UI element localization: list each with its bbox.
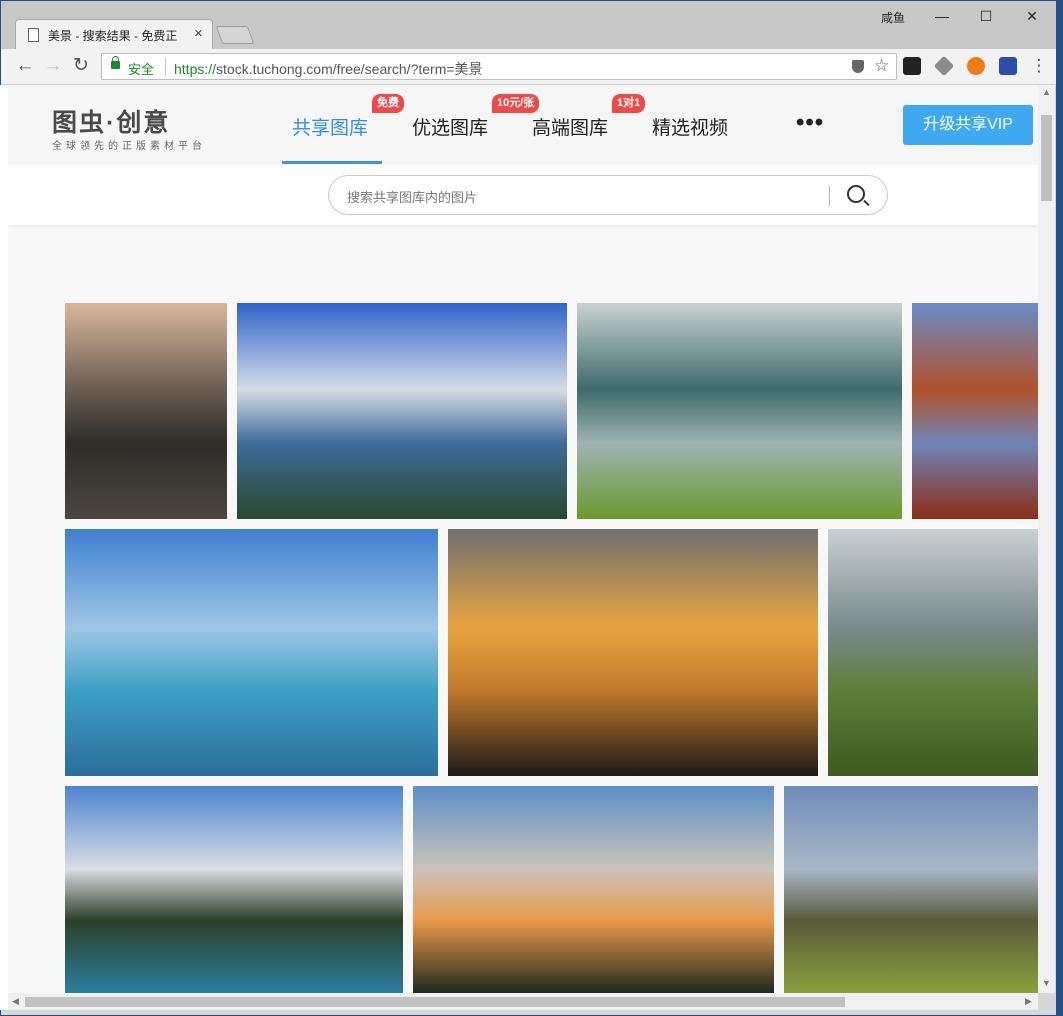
profile-name[interactable]: 咸鱼 — [881, 9, 905, 26]
site-header: 图虫·创意 全球领先的正版素材平台 共享图库 免费 优选图库 10元/张 高端图… — [8, 85, 1038, 165]
extension-icon-4[interactable] — [999, 57, 1017, 75]
nav-shared-gallery[interactable]: 共享图库 — [292, 113, 368, 140]
horizontal-scroll-thumb[interactable] — [25, 997, 845, 1007]
omnibox-divider — [165, 58, 166, 76]
vertical-scrollbar[interactable]: ▲ ▼ — [1038, 85, 1055, 993]
shield-icon[interactable] — [852, 60, 864, 73]
reload-button[interactable]: ↻ — [69, 54, 93, 78]
minimize-button[interactable]: — — [919, 5, 965, 31]
scroll-left-arrow-icon[interactable]: ◀ — [12, 996, 19, 1007]
upgrade-vip-button[interactable]: 升级共享VIP — [903, 105, 1033, 145]
nav-videos[interactable]: 精选视频 — [652, 113, 728, 140]
result-image-pier-blue-sea[interactable] — [65, 529, 438, 776]
result-image-alpine-lake-forest[interactable] — [65, 786, 403, 993]
secure-label: 安全 — [128, 62, 155, 77]
search-divider — [829, 186, 830, 206]
page-icon — [28, 28, 39, 42]
badge-price: 10元/张 — [492, 94, 540, 113]
back-button[interactable]: ← — [13, 54, 37, 78]
bookmark-star-icon[interactable]: ☆ — [874, 56, 889, 76]
result-image-sunset-silhouette-trees[interactable] — [448, 529, 818, 776]
result-image-lake-shore-grass[interactable] — [577, 303, 902, 519]
lock-icon — [111, 56, 120, 69]
logo-mark: 图虫·创意 — [52, 109, 171, 137]
maximize-button[interactable]: ☐ — [963, 5, 1009, 31]
result-image-autumn-tree-reflection[interactable] — [912, 303, 1038, 519]
result-image-pagoda-sunset[interactable] — [413, 786, 774, 993]
badge-free: 免费 — [372, 94, 404, 113]
url-path: stock.tuchong.com/free/search/?term=美景 — [216, 61, 483, 77]
horizontal-scrollbar[interactable]: ◀ ▶ — [8, 993, 1038, 1010]
badge-one-on-one: 1对1 — [612, 94, 646, 113]
url-text[interactable]: https://stock.tuchong.com/free/search/?t… — [174, 59, 483, 79]
web-page: 图虫·创意 全球领先的正版素材平台 共享图库 免费 优选图库 10元/张 高端图… — [8, 85, 1038, 993]
search-band: 搜索共享图库内的图片 — [8, 165, 1038, 225]
scroll-up-arrow-icon[interactable]: ▲ — [1042, 87, 1051, 97]
more-menu-icon[interactable]: ••• — [796, 109, 824, 137]
tab-active[interactable]: 美景 - 搜索结果 - 免费正 × — [15, 19, 213, 49]
search-input[interactable]: 搜索共享图库内的图片 — [347, 187, 477, 206]
tab-strip: 美景 - 搜索结果 - 免费正 × 咸鱼 — ☐ ✕ — [1, 1, 1056, 49]
desktop-background-strip — [0, 85, 8, 1010]
result-image-mountain-clouds[interactable] — [237, 303, 567, 519]
browser-toolbar: ← → ↻ 安全 https://stock.tuchong.com/free/… — [1, 49, 1056, 85]
scroll-right-arrow-icon[interactable]: ▶ — [1025, 996, 1032, 1007]
close-window-button[interactable]: ✕ — [1009, 5, 1055, 31]
browser-window: 美景 - 搜索结果 - 免费正 × 咸鱼 — ☐ ✕ ← → ↻ 安全 http… — [0, 0, 1063, 1016]
scroll-down-arrow-icon[interactable]: ▼ — [1042, 978, 1051, 988]
nav-premium-gallery[interactable]: 高端图库 — [532, 113, 608, 140]
tab-title: 美景 - 搜索结果 - 免费正 — [48, 29, 178, 43]
address-bar[interactable]: 安全 https://stock.tuchong.com/free/search… — [101, 53, 897, 80]
search-box[interactable]: 搜索共享图库内的图片 — [328, 175, 888, 215]
tab-close-icon[interactable]: × — [194, 25, 203, 42]
extension-icon-2[interactable] — [933, 55, 955, 77]
vertical-scroll-thumb[interactable] — [1041, 115, 1052, 201]
result-image-rocky-highland[interactable] — [784, 786, 1038, 993]
site-logo[interactable]: 图虫·创意 全球领先的正版素材平台 — [52, 103, 206, 152]
extension-icon-3[interactable] — [967, 57, 985, 75]
result-image-sunset-lake-karst[interactable] — [65, 303, 227, 519]
forward-button[interactable]: → — [41, 54, 65, 78]
logo-tagline: 全球领先的正版素材平台 — [52, 141, 206, 152]
url-protocol: https:// — [174, 61, 217, 77]
new-tab-button[interactable] — [215, 26, 255, 44]
search-icon[interactable] — [847, 185, 865, 203]
browser-menu-icon[interactable]: ⋮ — [1027, 54, 1051, 78]
nav-select-gallery[interactable]: 优选图库 — [412, 113, 488, 140]
active-tab-underline — [282, 161, 382, 164]
result-image-yurt-grassland[interactable] — [828, 529, 1038, 776]
extension-icon-1[interactable] — [903, 57, 921, 75]
